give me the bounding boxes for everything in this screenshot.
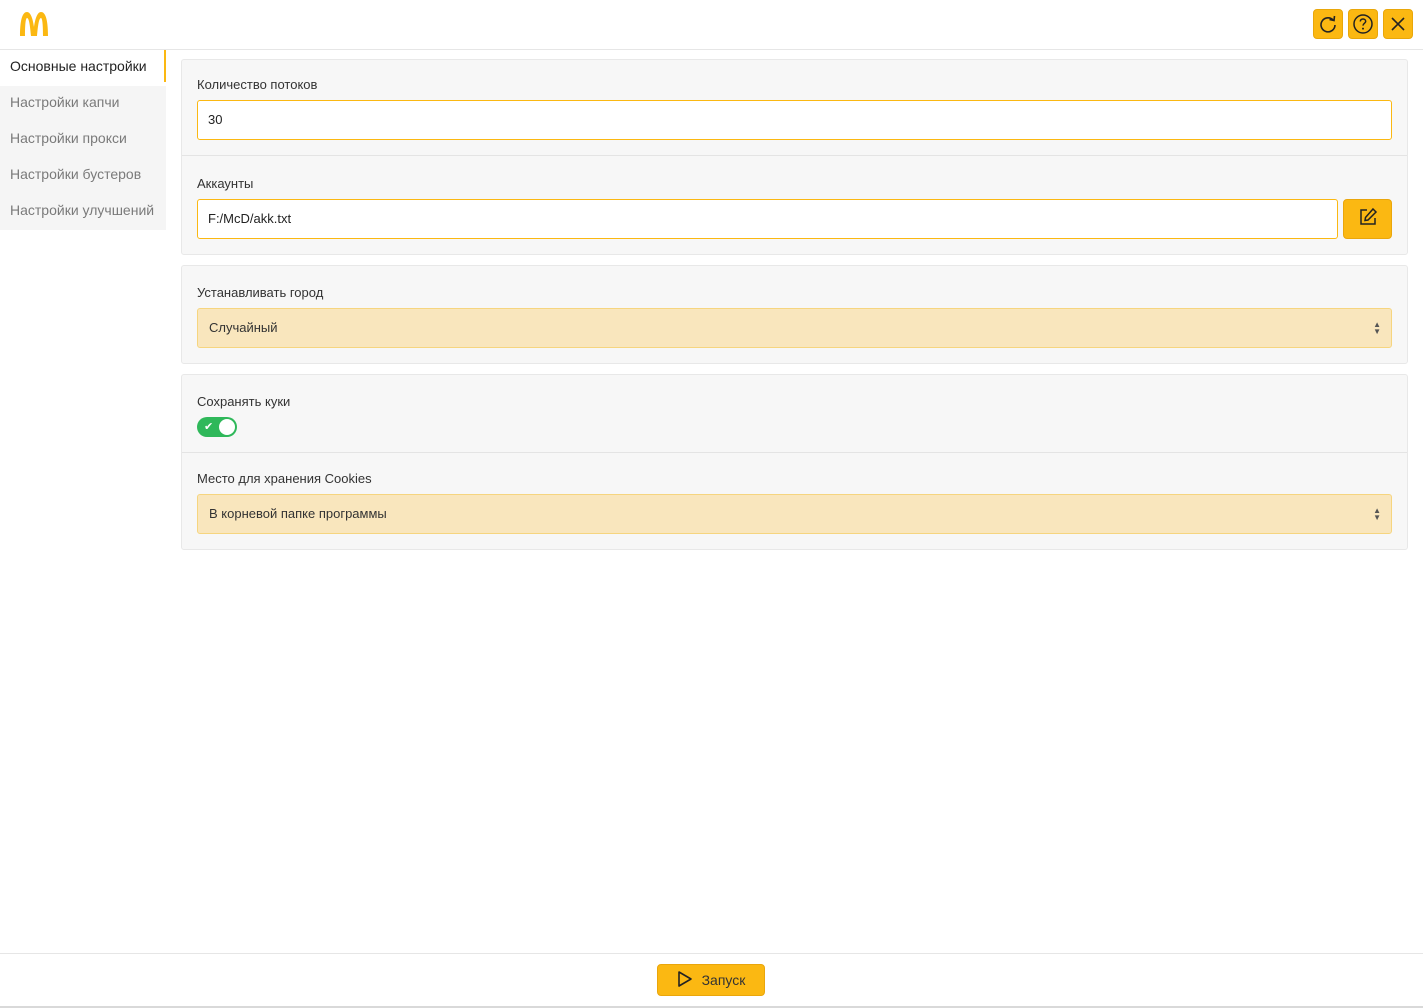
edit-accounts-button[interactable] bbox=[1343, 199, 1392, 239]
save-cookies-label: Сохранять куки bbox=[197, 394, 291, 409]
select-arrows-icon: ▲ ▼ bbox=[1373, 320, 1381, 336]
settings-content: Количество потоков 30 Аккаунты F:/McD/ak… bbox=[181, 59, 1408, 560]
title-bar bbox=[0, 0, 1423, 50]
city-label: Устанавливать город bbox=[197, 285, 324, 300]
cookies-storage-selected-value: В корневой папке программы bbox=[209, 506, 387, 521]
refresh-button[interactable] bbox=[1313, 9, 1343, 39]
refresh-icon bbox=[1318, 14, 1338, 34]
check-icon: ✔ bbox=[204, 421, 214, 433]
footer-bar: Запуск bbox=[0, 953, 1423, 1008]
help-button[interactable] bbox=[1348, 9, 1378, 39]
accounts-path-input[interactable]: F:/McD/akk.txt bbox=[197, 199, 1338, 239]
mcdonalds-logo-icon bbox=[18, 10, 50, 38]
play-icon bbox=[677, 970, 693, 991]
sidebar: Основные настройки Настройки капчи Настр… bbox=[0, 50, 166, 230]
run-button[interactable]: Запуск bbox=[657, 964, 765, 996]
save-cookies-toggle[interactable]: ✔ bbox=[197, 417, 237, 437]
sidebar-item-captcha-settings[interactable]: Настройки капчи bbox=[0, 86, 166, 122]
edit-icon bbox=[1358, 207, 1378, 232]
help-icon bbox=[1352, 13, 1374, 35]
city-card: Устанавливать город Случайный ▲ ▼ bbox=[181, 265, 1408, 364]
close-button[interactable] bbox=[1383, 9, 1413, 39]
cookies-storage-select[interactable]: В корневой папке программы ▲ ▼ bbox=[197, 494, 1392, 534]
city-select[interactable]: Случайный ▲ ▼ bbox=[197, 308, 1392, 348]
sidebar-item-main-settings[interactable]: Основные настройки bbox=[0, 50, 166, 86]
sidebar-item-booster-settings[interactable]: Настройки бустеров bbox=[0, 158, 166, 194]
cookies-storage-label: Место для хранения Cookies bbox=[197, 471, 372, 486]
toggle-knob bbox=[219, 419, 235, 435]
sidebar-item-upgrade-settings[interactable]: Настройки улучшений bbox=[0, 194, 166, 230]
city-selected-value: Случайный bbox=[209, 320, 278, 335]
threads-accounts-card: Количество потоков 30 Аккаунты F:/McD/ak… bbox=[181, 59, 1408, 255]
cookies-card: Сохранять куки ✔ Место для хранения Cook… bbox=[181, 374, 1408, 550]
accounts-label: Аккаунты bbox=[197, 176, 254, 191]
select-arrows-icon: ▲ ▼ bbox=[1373, 506, 1381, 522]
close-icon bbox=[1389, 15, 1407, 33]
threads-label: Количество потоков bbox=[197, 77, 318, 92]
sidebar-item-proxy-settings[interactable]: Настройки прокси bbox=[0, 122, 166, 158]
threads-input[interactable]: 30 bbox=[197, 100, 1392, 140]
run-button-label: Запуск bbox=[701, 972, 746, 988]
